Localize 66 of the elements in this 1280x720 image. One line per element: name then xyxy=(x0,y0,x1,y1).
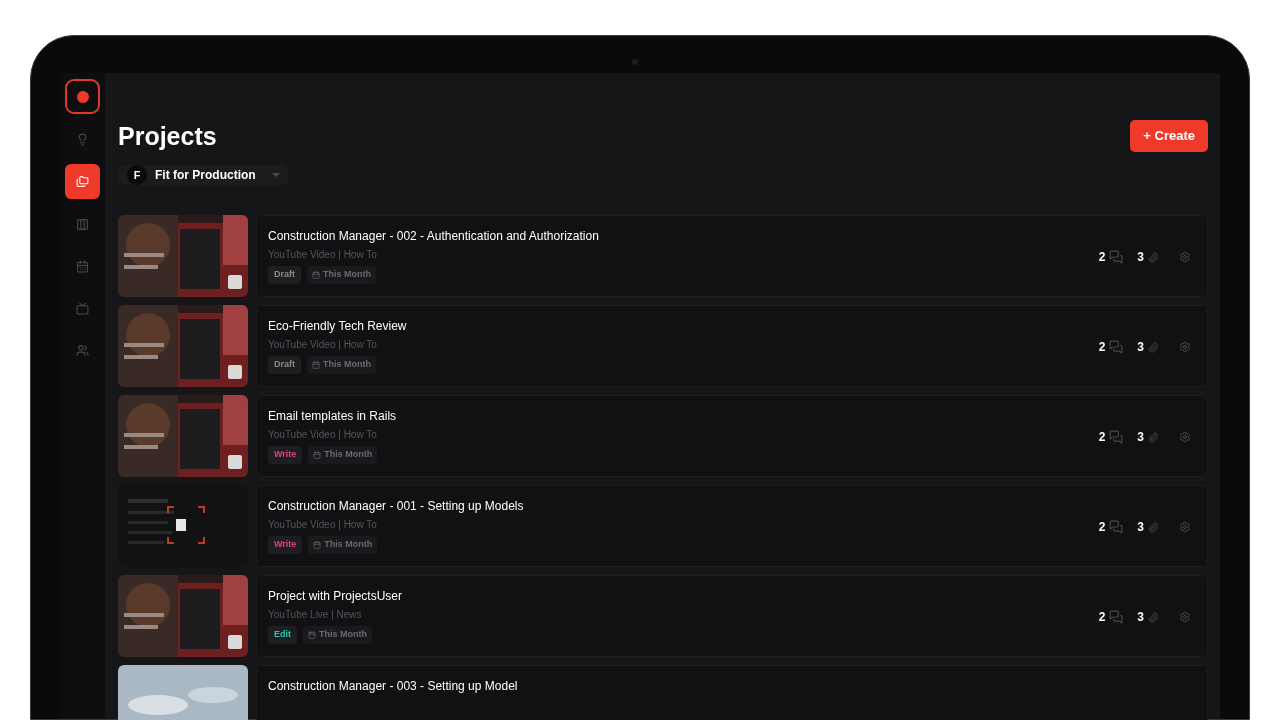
status-tag: Draft xyxy=(268,356,301,374)
comments-icon xyxy=(1109,610,1124,624)
project-subtitle: YouTube Video | How To xyxy=(268,338,378,352)
lightbulb-icon xyxy=(76,132,89,146)
settings-icon[interactable] xyxy=(1179,251,1191,263)
project-subtitle: YouTube Video | How To xyxy=(268,428,378,442)
tv-icon xyxy=(76,301,89,315)
status-tag: Edit xyxy=(268,626,297,644)
page-title: Projects xyxy=(118,121,217,152)
attachment-count: 3 xyxy=(1137,519,1144,536)
columns-icon xyxy=(76,217,89,231)
project-subtitle: YouTube Video | How To xyxy=(268,518,378,532)
settings-icon[interactable] xyxy=(1179,341,1191,353)
caret-icon xyxy=(271,173,280,177)
comments-icon xyxy=(1109,250,1124,264)
project-subtitle: YouTube Live | News xyxy=(268,608,363,622)
attachment-count: 3 xyxy=(1137,339,1144,356)
due-tag: This Month xyxy=(307,356,376,374)
comment-count: 2 xyxy=(1098,609,1106,626)
attachment-count: 3 xyxy=(1137,609,1144,626)
attachment-count: 3 xyxy=(1137,249,1144,266)
project-title: Project with ProjectsUser xyxy=(268,588,404,604)
create-button[interactable]: + Create xyxy=(1130,120,1208,152)
comment-count: 2 xyxy=(1098,249,1106,266)
paperclip-icon xyxy=(1148,341,1159,353)
paperclip-icon xyxy=(1148,611,1159,623)
settings-icon[interactable] xyxy=(1179,521,1191,533)
due-tag: This Month xyxy=(308,446,378,464)
settings-icon[interactable] xyxy=(1179,431,1191,443)
status-tag: Draft xyxy=(268,266,301,284)
project-subtitle: YouTube Video | How To xyxy=(268,248,378,262)
project-card[interactable]: Project with ProjectsUser YouTube Live | News Edit This Month 2 3 xyxy=(256,575,1208,657)
project-card[interactable]: Eco-Friendly Tech Review YouTube Video | How To Draft This Month 2 3 xyxy=(256,305,1208,387)
camera-icon xyxy=(632,59,638,65)
workspace-name: Fit for Production xyxy=(155,167,256,184)
comments-icon xyxy=(1109,430,1124,444)
paperclip-icon xyxy=(1148,431,1159,443)
status-tag: Write xyxy=(268,536,303,554)
project-title: Construction Manager - 002 - Authentication and Authorization xyxy=(268,228,600,244)
comments-icon xyxy=(1109,340,1124,354)
due-tag: This Month xyxy=(308,536,378,554)
comment-count: 2 xyxy=(1098,519,1106,536)
comment-count: 2 xyxy=(1098,429,1106,446)
due-tag: This Month xyxy=(307,266,376,284)
settings-icon[interactable] xyxy=(1179,611,1191,623)
attachment-count: 3 xyxy=(1137,429,1144,446)
comment-count: 2 xyxy=(1098,339,1106,356)
project-title: Eco-Friendly Tech Review xyxy=(268,318,408,334)
project-title: Email templates in Rails xyxy=(268,408,398,424)
status-tag: Write xyxy=(268,446,303,464)
paperclip-icon xyxy=(1148,251,1159,263)
project-card[interactable]: Email templates in Rails YouTube Video | How To Write This Month 2 3 xyxy=(256,395,1208,477)
project-title: Construction Manager - 001 - Setting up Models xyxy=(268,498,525,514)
project-card[interactable]: Construction Manager - 002 - Authentication and Authorization YouTube Video | How To Draft This Month 2 3 xyxy=(256,215,1208,297)
workspace-selector[interactable]: F Fit for Production xyxy=(118,165,288,185)
folders-icon xyxy=(76,175,89,188)
project-card[interactable]: Construction Manager - 003 - Setting up Model xyxy=(256,665,1208,720)
project-title: Construction Manager - 003 - Setting up Model xyxy=(268,678,519,694)
comments-icon xyxy=(1109,520,1124,534)
paperclip-icon xyxy=(1148,521,1159,533)
users-icon xyxy=(76,343,89,357)
record-logo-icon[interactable] xyxy=(65,79,100,114)
sidebar-item[interactable] xyxy=(65,164,100,199)
workspace-avatar: F xyxy=(127,165,147,185)
due-tag: This Month xyxy=(303,626,372,644)
project-card[interactable]: Construction Manager - 001 - Setting up Models YouTube Video | How To Write This Month 2 3 xyxy=(256,485,1208,567)
